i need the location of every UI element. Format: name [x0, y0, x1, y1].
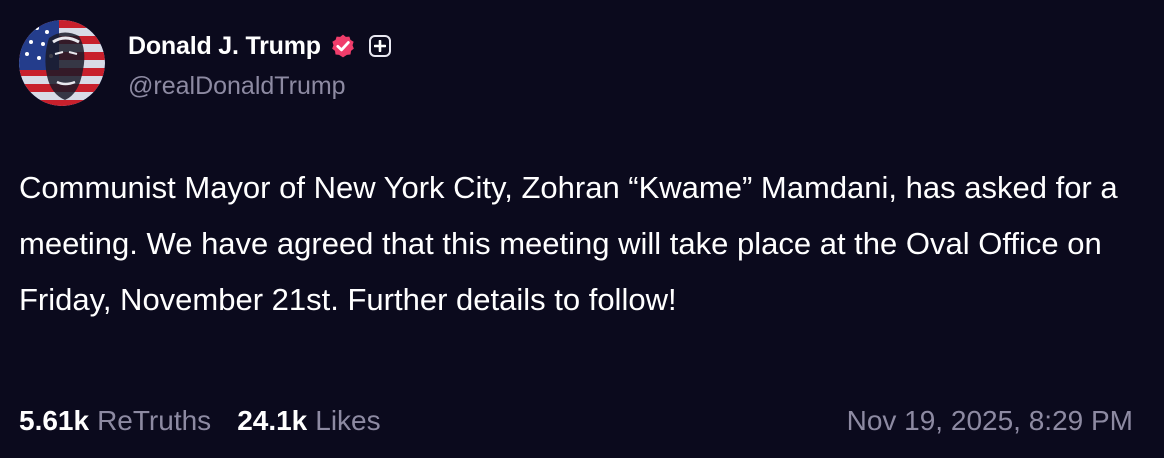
likes-count: 24.1k [237, 405, 308, 436]
post-timestamp[interactable]: Nov 19, 2025, 8:29 PM [847, 399, 1133, 443]
retruths-count: 5.61k [19, 405, 90, 436]
avatar[interactable] [19, 20, 105, 106]
retruths-stat[interactable]: 5.61k ReTruths [19, 405, 211, 437]
post-stats: 5.61k ReTruths 24.1k Likes [19, 399, 407, 443]
plus-badge-icon [368, 35, 391, 57]
author-handle[interactable]: @realDonaldTrump [128, 72, 346, 101]
likes-label: Likes [315, 405, 381, 436]
author-row: Donald J. Trump [128, 28, 391, 64]
post-card: Donald J. Trump @realDonaldTrump Communi… [0, 0, 1164, 458]
post-text: Communist Mayor of New York City, Zohran… [19, 170, 1118, 317]
author-display-name[interactable]: Donald J. Trump [128, 32, 321, 61]
likes-stat[interactable]: 24.1k Likes [237, 405, 380, 437]
flag-portrait-avatar-icon [19, 20, 105, 106]
retruths-label: ReTruths [97, 405, 212, 436]
verified-badge-icon [330, 33, 356, 59]
